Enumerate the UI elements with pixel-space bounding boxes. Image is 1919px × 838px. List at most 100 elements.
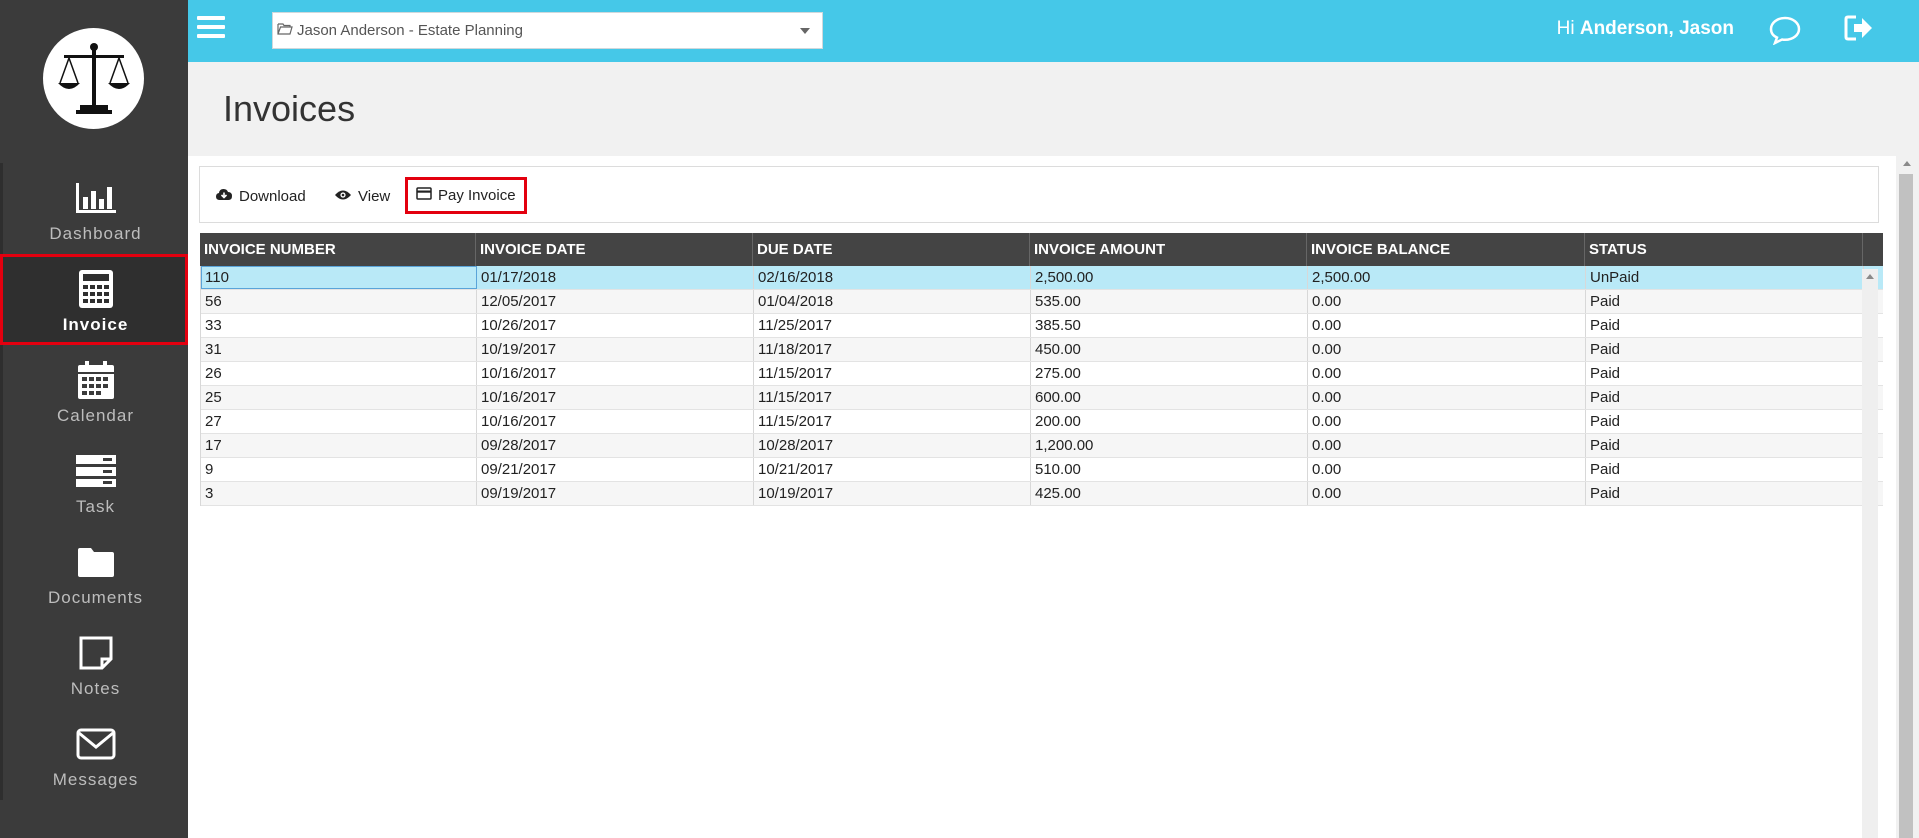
cell-due-date: 11/15/2017	[754, 386, 1031, 409]
sidebar-item-task[interactable]: Task	[0, 436, 188, 527]
download-button[interactable]: Download	[209, 179, 312, 213]
scales-of-justice-icon	[43, 28, 144, 129]
user-name: Anderson, Jason	[1579, 18, 1734, 39]
cell-invoice-balance: 0.00	[1308, 434, 1586, 457]
cell-invoice-balance: 2,500.00	[1308, 266, 1586, 289]
cell-due-date: 01/04/2018	[754, 290, 1031, 313]
table-row[interactable]: 3 09/19/2017 10/19/2017 425.00 0.00 Paid	[201, 482, 1883, 506]
cell-invoice-number: 9	[201, 458, 477, 481]
cell-invoice-amount: 1,200.00	[1031, 434, 1308, 457]
column-header-invoice-balance[interactable]: INVOICE BALANCE	[1307, 233, 1585, 266]
table-row[interactable]: 25 10/16/2017 11/15/2017 600.00 0.00 Paid	[201, 386, 1883, 410]
logout-icon[interactable]	[1844, 14, 1874, 47]
cell-due-date: 10/28/2017	[754, 434, 1031, 457]
menu-icon[interactable]	[197, 16, 225, 40]
column-header-due-date[interactable]: DUE DATE	[753, 233, 1030, 266]
cell-invoice-number: 26	[201, 362, 477, 385]
column-header-invoice-amount[interactable]: INVOICE AMOUNT	[1030, 233, 1307, 266]
sidebar-item-label: Documents	[48, 588, 143, 607]
page-scrollbar[interactable]	[1896, 156, 1919, 838]
sidebar-item-label: Notes	[70, 679, 121, 698]
sidebar-item-label: Calendar	[57, 406, 134, 425]
table-row[interactable]: 17 09/28/2017 10/28/2017 1,200.00 0.00 Paid	[201, 434, 1883, 458]
greeting-prefix: Hi	[1556, 18, 1580, 39]
cell-due-date: 10/19/2017	[754, 482, 1031, 505]
cell-status: Paid	[1586, 410, 1864, 433]
cell-invoice-balance: 0.00	[1308, 482, 1586, 505]
sidebar-item-label: Task	[76, 497, 115, 516]
cell-invoice-date: 10/26/2017	[477, 314, 754, 337]
cell-invoice-balance: 0.00	[1308, 338, 1586, 361]
sidebar-item-label: Messages	[52, 770, 139, 789]
cell-status: Paid	[1586, 338, 1864, 361]
table-row[interactable]: 27 10/16/2017 11/15/2017 200.00 0.00 Paid	[201, 410, 1883, 434]
calculator-icon	[78, 267, 114, 311]
sidebar: Dashboard Invoice Calendar Task Document…	[0, 0, 188, 838]
chevron-down-icon[interactable]	[800, 28, 810, 34]
sticky-note-icon	[78, 631, 114, 675]
sidebar-item-invoice[interactable]: Invoice	[0, 254, 188, 345]
download-label: Download	[239, 187, 306, 205]
cell-invoice-date: 10/16/2017	[477, 362, 754, 385]
sidebar-item-messages[interactable]: Messages	[0, 709, 188, 800]
column-header-invoice-number[interactable]: INVOICE NUMBER	[200, 233, 476, 266]
cell-invoice-amount: 425.00	[1031, 482, 1308, 505]
cell-invoice-amount: 600.00	[1031, 386, 1308, 409]
table-row[interactable]: 31 10/19/2017 11/18/2017 450.00 0.00 Paid	[201, 338, 1883, 362]
column-header-status[interactable]: STATUS	[1585, 233, 1863, 266]
cell-due-date: 02/16/2018	[754, 266, 1031, 289]
cell-invoice-number: 31	[201, 338, 477, 361]
cell-invoice-balance: 0.00	[1308, 290, 1586, 313]
sidebar-item-documents[interactable]: Documents	[0, 527, 188, 618]
sidebar-item-dashboard[interactable]: Dashboard	[0, 163, 188, 254]
cell-invoice-amount: 200.00	[1031, 410, 1308, 433]
cloud-download-icon	[215, 187, 239, 206]
user-greeting: Hi Anderson, Jason	[1557, 18, 1734, 40]
cell-invoice-balance: 0.00	[1308, 458, 1586, 481]
calendar-icon	[77, 358, 115, 402]
sidebar-item-calendar[interactable]: Calendar	[0, 345, 188, 436]
cell-invoice-number: 110	[201, 266, 477, 289]
table-row[interactable]: 110 01/17/2018 02/16/2018 2,500.00 2,500.00 U…	[201, 266, 1883, 290]
pay-invoice-button[interactable]: Pay Invoice	[405, 177, 527, 214]
cell-invoice-date: 01/17/2018	[477, 266, 754, 289]
table-row[interactable]: 9 09/21/2017 10/21/2017 510.00 0.00 Paid	[201, 458, 1883, 482]
eye-icon	[334, 188, 358, 205]
chat-bubble-icon[interactable]	[1769, 15, 1801, 50]
sidebar-item-notes[interactable]: Notes	[0, 618, 188, 709]
table-row[interactable]: 56 12/05/2017 01/04/2018 535.00 0.00 Paid	[201, 290, 1883, 314]
invoice-table: INVOICE NUMBER INVOICE DATE DUE DATE INV…	[200, 233, 1883, 506]
table-row[interactable]: 26 10/16/2017 11/15/2017 275.00 0.00 Paid	[201, 362, 1883, 386]
column-header-invoice-date[interactable]: INVOICE DATE	[476, 233, 753, 266]
cell-invoice-number: 17	[201, 434, 477, 457]
page-header: Invoices	[188, 62, 1919, 156]
matter-select[interactable]: Jason Anderson - Estate Planning	[272, 12, 823, 49]
view-button[interactable]: View	[328, 179, 396, 213]
scroll-up-icon[interactable]	[1903, 161, 1911, 166]
cell-due-date: 11/15/2017	[754, 410, 1031, 433]
cell-invoice-number: 33	[201, 314, 477, 337]
cell-invoice-balance: 0.00	[1308, 314, 1586, 337]
table-scrollbar[interactable]	[1862, 269, 1878, 838]
table-body: 110 01/17/2018 02/16/2018 2,500.00 2,500.00 U…	[200, 266, 1883, 506]
scroll-up-icon[interactable]	[1866, 274, 1874, 279]
cell-due-date: 10/21/2017	[754, 458, 1031, 481]
header-scroll-spacer	[1863, 233, 1883, 266]
cell-invoice-amount: 385.50	[1031, 314, 1308, 337]
table-header: INVOICE NUMBER INVOICE DATE DUE DATE INV…	[200, 233, 1883, 266]
cell-invoice-number: 27	[201, 410, 477, 433]
page-scrollbar-thumb[interactable]	[1899, 174, 1913, 838]
pay-invoice-label: Pay Invoice	[438, 187, 516, 204]
cell-invoice-date: 09/28/2017	[477, 434, 754, 457]
cell-status: Paid	[1586, 482, 1864, 505]
cell-status: Paid	[1586, 458, 1864, 481]
main-content: Download View Pay Invoice INVOICE NUMBER…	[188, 156, 1897, 838]
logo-area	[0, 0, 188, 163]
envelope-icon	[76, 722, 116, 766]
matter-select-value: Jason Anderson - Estate Planning	[297, 22, 523, 39]
bar-chart-icon	[74, 176, 118, 220]
folder-icon	[76, 540, 116, 584]
cell-invoice-date: 09/21/2017	[477, 458, 754, 481]
cell-status: Paid	[1586, 290, 1864, 313]
table-row[interactable]: 33 10/26/2017 11/25/2017 385.50 0.00 Paid	[201, 314, 1883, 338]
